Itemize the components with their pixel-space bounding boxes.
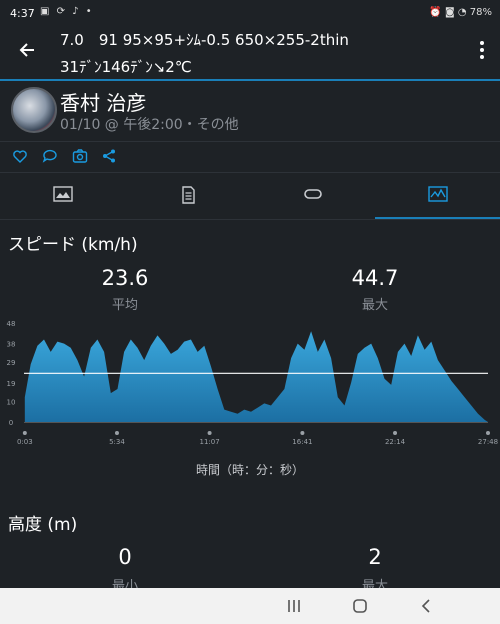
speed-chart[interactable]: 0 10 19 29 38 48 0:03 5:34 11:07 16:41 22:14 27:48 [0,316,500,451]
avatar[interactable] [11,87,57,133]
tab-stats[interactable] [125,173,250,219]
x-axis-title: 時間（時：分：秒） [195,463,304,477]
tab-overview[interactable] [0,173,125,219]
altitude-min-value: 0 [118,545,132,569]
heart-icon[interactable] [12,148,28,164]
y-tick-label: 10 [7,398,16,406]
x-tick-dot [22,431,27,435]
y-tick-label: 29 [7,359,16,367]
tab-charts[interactable] [375,173,500,219]
status-bar: 4:37 ▣ ⟳ ♪ • ⏰ ◙ ◔ 78% [0,0,500,28]
altitude-title: 高度 (m) [8,515,78,535]
y-tick-label: 19 [7,380,16,388]
x-tick-label: 0:03 [17,438,33,446]
x-tick-label: 5:34 [109,438,125,446]
camera-icon[interactable] [72,148,88,164]
x-tick-label: 11:07 [200,438,220,446]
home-icon[interactable] [350,597,370,615]
overview-image-icon [53,186,73,202]
comment-icon[interactable] [42,148,58,164]
status-time: 4:37 [10,7,35,20]
x-tick-dot [114,431,119,435]
profile-row: 香村 治彦 01/10 @ 午後2:00・その他 [0,81,500,141]
y-tick-label: 0 [9,419,13,427]
status-right-icons: ⏰ ◙ ◔ 78% [429,7,492,18]
speed-title: スピード (km/h) [8,235,138,255]
tab-laps[interactable] [250,173,375,219]
tab-bar [0,172,500,219]
avg-speed-label: 平均 [111,298,138,313]
x-tick-label: 27:48 [478,438,498,446]
recents-icon[interactable] [284,597,304,615]
chart-tab-icon [428,186,448,202]
altitude-max-value: 2 [368,545,382,569]
profile-name: 香村 治彦 [60,91,147,115]
altitude-section: 高度 (m) 0 最小 2 最大 [0,500,500,594]
y-tick-label: 38 [7,341,16,349]
activity-title: 7.0 91 95×95+ｼﾑ-0.5 650×255-2thin [60,31,349,49]
max-speed-value: 44.7 [351,266,399,290]
action-bar [0,141,500,172]
document-icon [182,186,195,204]
x-tick-label: 16:41 [292,438,312,446]
notification-icons: ▣ ⟳ ♪ • [40,6,94,17]
share-icon[interactable] [101,148,117,164]
laps-loop-icon [304,189,322,199]
system-nav-bar [0,588,500,624]
x-tick-dot [393,431,398,435]
x-tick-dot [207,431,212,435]
activity-subtitle: 31ﾃﾞﾝ146ﾃﾞﾝ↘2℃ [60,58,192,76]
more-menu-icon[interactable] [478,38,486,62]
x-tick-dot [486,431,490,435]
avg-speed-value: 23.6 [101,266,149,290]
x-tick-dot [300,431,305,435]
x-tick-label: 22:14 [385,438,406,446]
activity-meta: 01/10 @ 午後2:00・その他 [60,117,239,133]
back-nav-icon[interactable] [416,597,436,615]
back-arrow-icon[interactable] [14,36,42,64]
app-header: 7.0 91 95×95+ｼﾑ-0.5 650×255-2thin 31ﾃﾞﾝ1… [0,28,500,80]
speed-area [24,331,489,422]
max-speed-label: 最大 [361,298,388,313]
speed-section: スピード (km/h) 23.6 平均 44.7 最大 0 10 19 29 38 48 0… [0,219,500,500]
y-tick-label: 48 [7,320,16,328]
